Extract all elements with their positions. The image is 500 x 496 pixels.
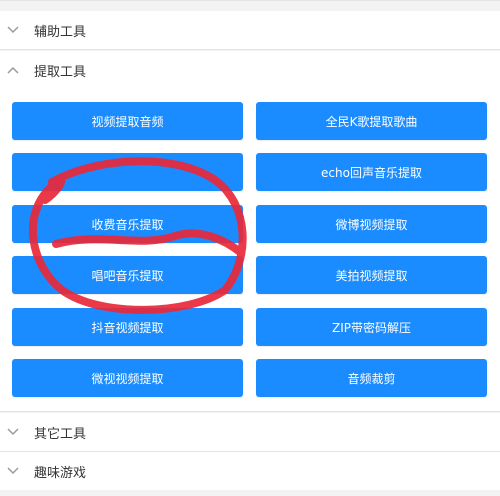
section-title: 辅助工具 [34,24,87,40]
tool-button-echo-music-extract[interactable]: echo回声音乐提取 [256,153,487,191]
divider [0,49,500,50]
section-title: 提取工具 [34,64,87,80]
tool-button-changba-music-extract[interactable]: 唱吧音乐提取 [12,256,243,294]
section-other-tools[interactable]: 其它工具 [0,413,500,451]
top-divider [0,0,500,1]
tool-button-video-extract-audio[interactable]: 视频提取音频 [12,102,243,140]
tool-button-weibo-video-extract[interactable]: 微博视频提取 [256,205,487,243]
divider [0,411,500,412]
section-title: 其它工具 [34,426,87,442]
extract-tools-panel: 视频提取音频 全民K歌提取歌曲 echo回声音乐提取 收费音乐提取 微博视频提取… [0,89,500,411]
chevron-down-icon [6,464,20,478]
section-extract-tools[interactable]: 提取工具 [0,51,500,89]
tool-button-meipai-video-extract[interactable]: 美拍视频提取 [256,256,487,294]
tool-button-obscured[interactable] [12,153,243,191]
tool-button-kge-extract-song[interactable]: 全民K歌提取歌曲 [256,102,487,140]
tool-button-douyin-video-extract[interactable]: 抖音视频提取 [12,308,243,346]
section-title: 趣味游戏 [34,465,87,481]
chevron-down-icon [6,23,20,37]
chevron-down-icon [6,425,20,439]
tool-button-audio-trim[interactable]: 音频裁剪 [256,359,487,397]
tool-button-zip-password-unzip[interactable]: ZIP带密码解压 [256,308,487,346]
section-fun-games[interactable]: 趣味游戏 [0,452,500,490]
tool-button-paid-music-extract[interactable]: 收费音乐提取 [12,205,243,243]
section-assist-tools[interactable]: 辅助工具 [0,11,500,49]
tool-button-weishi-video-extract[interactable]: 微视视频提取 [12,359,243,397]
chevron-up-icon [6,63,20,77]
